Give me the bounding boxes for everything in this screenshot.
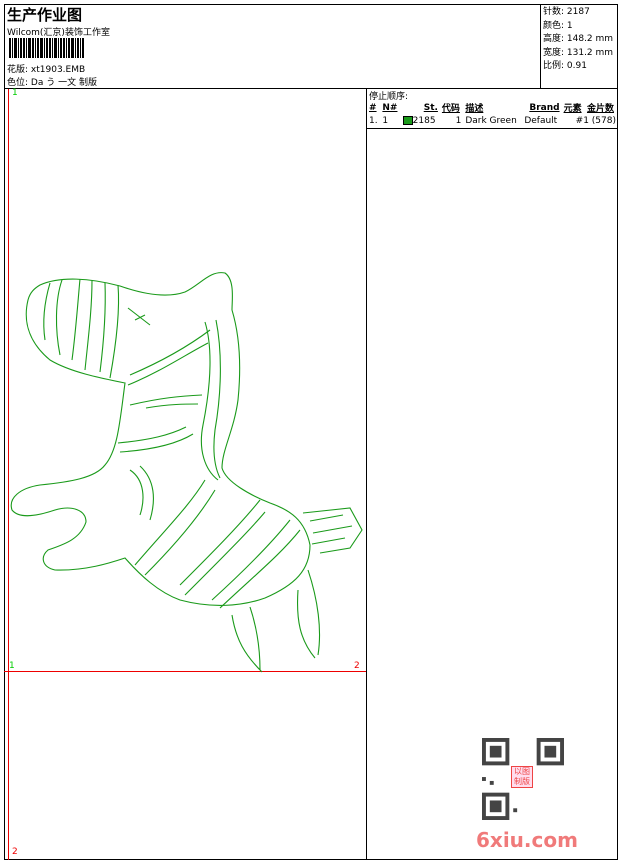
color-swatch bbox=[402, 115, 413, 125]
stat-width: 宽度: 131.2 mm bbox=[543, 47, 614, 58]
stat-height: 高度: 148.2 mm bbox=[543, 34, 614, 44]
col-brand: Brand bbox=[529, 102, 560, 113]
table-row[interactable]: 1. 1 2185 1 Dark Green Default #1 (578) bbox=[367, 114, 618, 127]
col-sequins: 金片数 bbox=[586, 104, 614, 114]
stop-sequence-table: # N# St. 代码 描述 Brand 元素 金片数 1. 1 2185 1 … bbox=[367, 101, 618, 127]
watermark-logo: 6xiu.com bbox=[476, 828, 578, 852]
seal-stamp: 以图制版 bbox=[511, 766, 533, 788]
stats-panel: 针数: 2187 颜色: 1 高度: 148.2 mm 宽度: 131.2 mm… bbox=[543, 6, 613, 74]
col-needle: N# bbox=[382, 102, 398, 113]
stat-scale: 比例: 0.91 bbox=[543, 61, 587, 71]
row-elements: #1 (578) bbox=[575, 115, 616, 126]
col-code: 代码 bbox=[441, 104, 460, 114]
table-header: # N# St. 代码 描述 Brand 元素 金片数 bbox=[367, 101, 618, 115]
row-brand: Default bbox=[524, 115, 558, 126]
stitch-count: 2185 bbox=[412, 115, 436, 126]
stat-colors: 颜色: 1 bbox=[543, 20, 573, 31]
table-divider bbox=[367, 128, 618, 129]
row-description: Dark Green bbox=[465, 115, 517, 126]
col-elements: 元素 bbox=[563, 104, 582, 114]
col-description: 描述 bbox=[465, 104, 484, 114]
stat-stitches: 针数: 2187 bbox=[543, 7, 590, 17]
marker-page2: 2 bbox=[12, 847, 18, 857]
row-needle: 1 bbox=[382, 115, 389, 126]
col-stitches: St. bbox=[423, 102, 438, 113]
row-stitches: 2185 bbox=[401, 114, 440, 127]
embroidery-design-zebra bbox=[10, 272, 363, 673]
row-code: 1 bbox=[455, 115, 462, 126]
stats-divider bbox=[540, 4, 541, 88]
